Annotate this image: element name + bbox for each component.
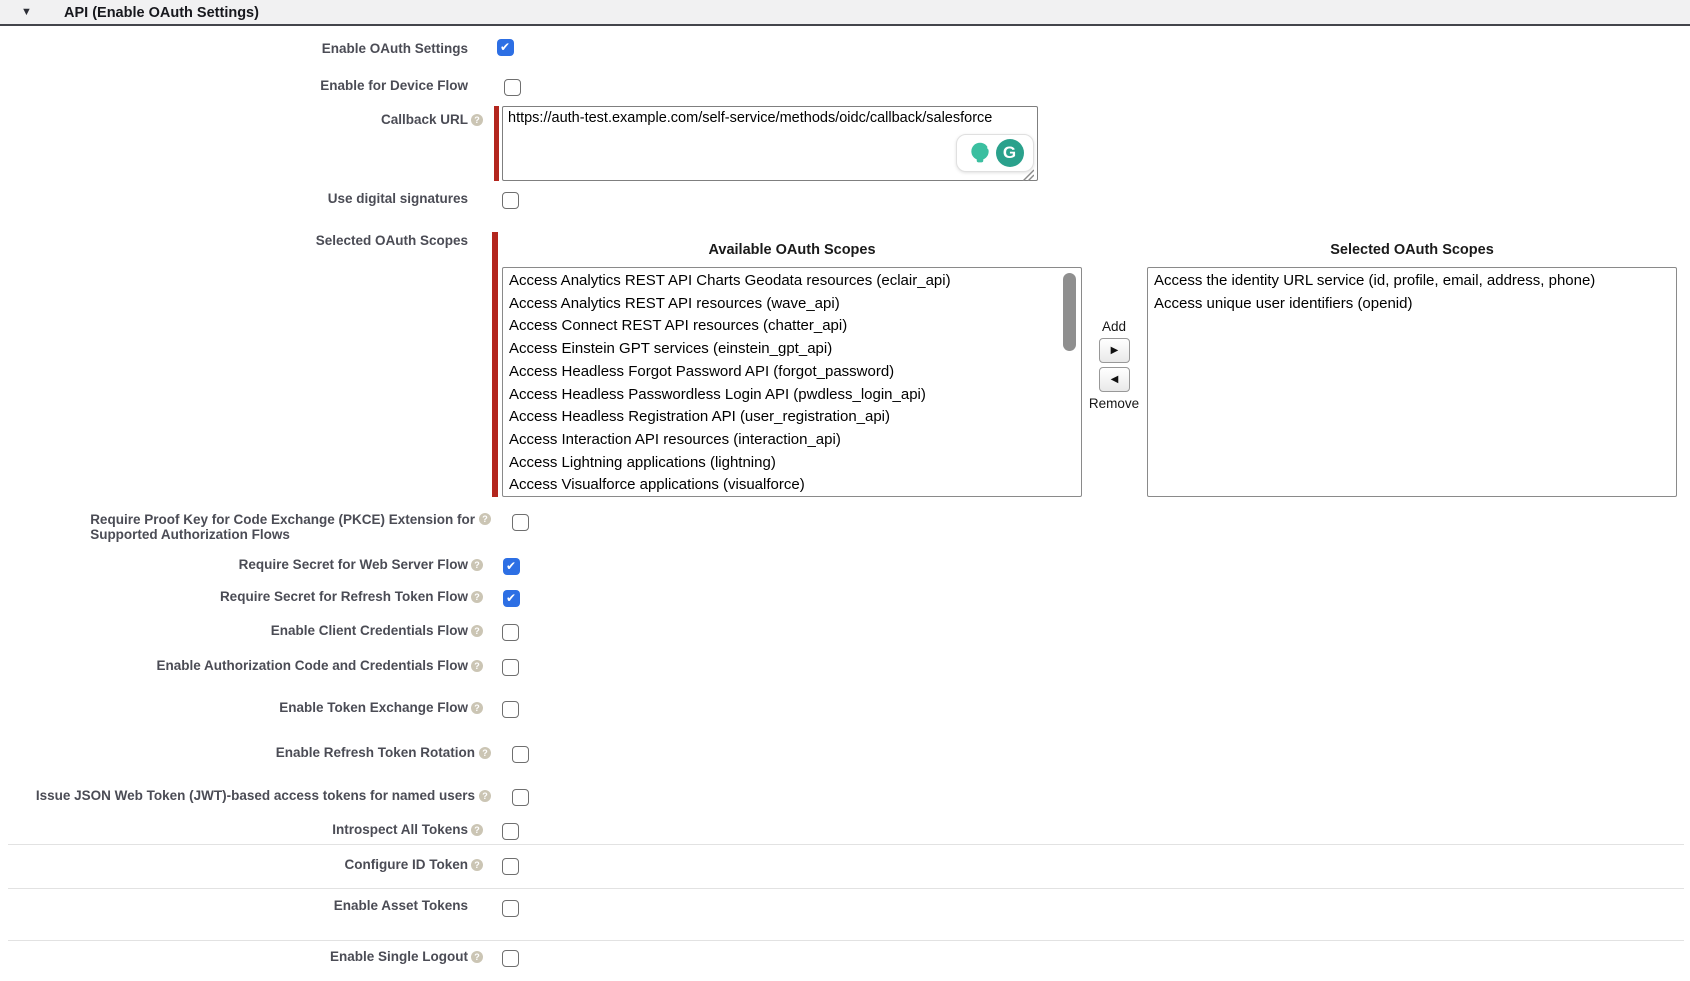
pkce-label: Require Proof Key for Code Exchange (PKC… <box>90 512 475 542</box>
scope-option[interactable]: Access unique user identifiers (openid) <box>1148 293 1676 316</box>
help-icon[interactable]: ? <box>471 951 483 963</box>
oauth-scopes-label: Selected OAuth Scopes <box>316 233 468 248</box>
required-indicator <box>494 106 499 181</box>
help-icon[interactable]: ? <box>479 747 491 759</box>
grammarly-icon[interactable]: G <box>996 139 1024 167</box>
section-header[interactable]: ▼ API (Enable OAuth Settings) <box>0 0 1690 26</box>
jwt-tokens-label: Issue JSON Web Token (JWT)-based access … <box>36 788 475 803</box>
scope-option[interactable]: Access Analytics REST API Charts Geodata… <box>503 270 1081 293</box>
scope-option[interactable]: Access Headless Registration API (user_r… <box>503 406 1081 429</box>
pkce-label-line1: Require Proof Key for Code Exchange (PKC… <box>90 512 475 527</box>
divider <box>8 844 1684 845</box>
device-flow-label: Enable for Device Flow <box>320 78 468 93</box>
scope-option[interactable]: Access Headless Forgot Password API (for… <box>503 361 1081 384</box>
configure-id-token-label: Configure ID Token <box>345 857 469 872</box>
refresh-token-secret-checkbox[interactable] <box>503 590 520 607</box>
introspect-checkbox[interactable] <box>502 823 519 840</box>
single-logout-label: Enable Single Logout <box>330 949 468 964</box>
remove-arrow-icon: ◀ <box>1111 374 1119 385</box>
selected-scopes-list[interactable]: Access the identity URL service (id, pro… <box>1147 267 1677 497</box>
refresh-token-secret-label: Require Secret for Refresh Token Flow <box>220 589 468 604</box>
introspect-label: Introspect All Tokens <box>332 822 468 837</box>
section-title: API (Enable OAuth Settings) <box>64 5 259 21</box>
available-scopes-list[interactable]: Access Analytics REST API Charts Geodata… <box>502 267 1082 497</box>
jwt-tokens-checkbox[interactable] <box>512 789 529 806</box>
scope-option[interactable]: Access Analytics REST API resources (wav… <box>503 293 1081 316</box>
refresh-rotation-checkbox[interactable] <box>512 746 529 763</box>
scope-option[interactable]: Access Connect REST API resources (chatt… <box>503 315 1081 338</box>
pkce-label-line2: Supported Authorization Flows <box>90 527 475 542</box>
help-icon[interactable]: ? <box>471 702 483 714</box>
resize-handle-icon[interactable] <box>1021 168 1034 181</box>
pkce-checkbox[interactable] <box>512 514 529 531</box>
scope-option[interactable]: Access Lightning applications (lightning… <box>503 452 1081 475</box>
single-logout-checkbox[interactable] <box>502 950 519 967</box>
enable-oauth-checkbox[interactable] <box>497 39 514 56</box>
divider <box>8 940 1684 941</box>
auth-code-credentials-label: Enable Authorization Code and Credential… <box>156 658 468 673</box>
lightbulb-icon[interactable] <box>967 140 993 166</box>
collapse-icon[interactable]: ▼ <box>21 6 32 18</box>
configure-id-token-checkbox[interactable] <box>502 858 519 875</box>
available-scopes-header: Available OAuth Scopes <box>502 242 1082 258</box>
help-icon[interactable]: ? <box>471 625 483 637</box>
help-icon[interactable]: ? <box>471 859 483 871</box>
scope-option[interactable]: Access the identity URL service (id, pro… <box>1148 270 1676 293</box>
remove-button[interactable]: ◀ <box>1099 367 1130 392</box>
enable-oauth-label: Enable OAuth Settings <box>322 41 468 56</box>
help-icon[interactable]: ? <box>479 790 491 802</box>
scrollbar-thumb[interactable] <box>1063 273 1076 351</box>
client-credentials-label: Enable Client Credentials Flow <box>271 623 468 638</box>
divider <box>8 888 1684 889</box>
add-arrow-icon: ▶ <box>1111 345 1119 356</box>
help-icon[interactable]: ? <box>471 824 483 836</box>
remove-label: Remove <box>1084 396 1144 411</box>
help-icon[interactable]: ? <box>479 513 491 525</box>
add-button[interactable]: ▶ <box>1099 338 1130 363</box>
scope-option[interactable]: Access Visualforce applications (visualf… <box>503 474 1081 497</box>
help-icon[interactable]: ? <box>471 559 483 571</box>
callback-url-label: Callback URL <box>381 112 468 127</box>
client-credentials-checkbox[interactable] <box>502 624 519 641</box>
scope-option[interactable]: Access Interaction API resources (intera… <box>503 429 1081 452</box>
asset-tokens-label: Enable Asset Tokens <box>334 898 468 913</box>
digital-signatures-label: Use digital signatures <box>328 191 468 206</box>
help-icon[interactable]: ? <box>471 660 483 672</box>
web-server-secret-label: Require Secret for Web Server Flow <box>239 557 468 572</box>
help-icon[interactable]: ? <box>471 114 483 126</box>
required-indicator <box>492 232 498 497</box>
selected-scopes-header: Selected OAuth Scopes <box>1147 242 1677 258</box>
digital-signatures-checkbox[interactable] <box>502 192 519 209</box>
scope-option[interactable]: Access Headless Passwordless Login API (… <box>503 384 1081 407</box>
scope-option[interactable]: Access Einstein GPT services (einstein_g… <box>503 338 1081 361</box>
asset-tokens-checkbox[interactable] <box>502 900 519 917</box>
browser-extension-pill: G <box>956 134 1034 172</box>
help-icon[interactable]: ? <box>471 591 483 603</box>
refresh-rotation-label: Enable Refresh Token Rotation <box>276 745 475 760</box>
token-exchange-label: Enable Token Exchange Flow <box>279 700 468 715</box>
oauth-settings-section: ▼ API (Enable OAuth Settings) Enable OAu… <box>0 0 1690 981</box>
auth-code-credentials-checkbox[interactable] <box>502 659 519 676</box>
web-server-secret-checkbox[interactable] <box>503 558 520 575</box>
token-exchange-checkbox[interactable] <box>502 701 519 718</box>
device-flow-checkbox[interactable] <box>504 79 521 96</box>
add-label: Add <box>1084 319 1144 334</box>
